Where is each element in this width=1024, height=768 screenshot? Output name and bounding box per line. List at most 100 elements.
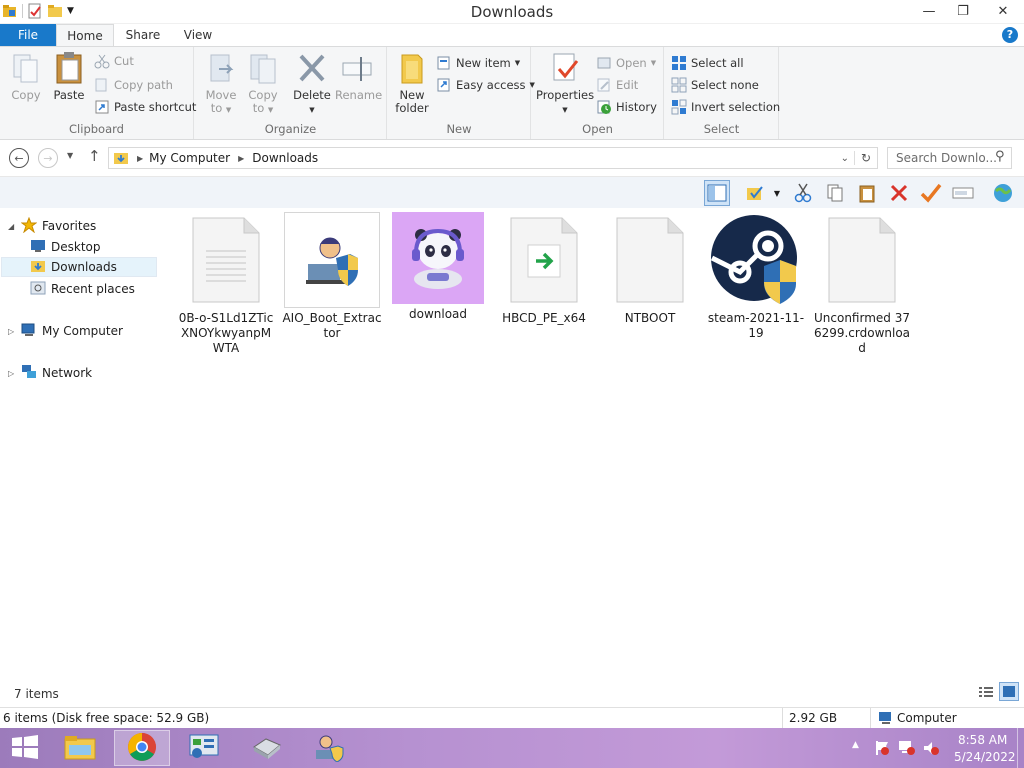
search-input[interactable]: Search Downlo... bbox=[887, 147, 1012, 169]
back-button[interactable]: ← bbox=[9, 148, 29, 168]
taskbar-aio-boot[interactable] bbox=[300, 730, 356, 766]
address-dropdown-icon[interactable]: ⌄ bbox=[841, 153, 849, 164]
file-item[interactable]: NTBOOT bbox=[600, 212, 700, 326]
new-folder-button[interactable]: New folder bbox=[394, 51, 430, 115]
file-item[interactable]: 0B-o-S1Ld1ZTicXNOYkwyanpMWTA bbox=[176, 212, 276, 356]
edit-icon bbox=[596, 77, 612, 93]
show-desktop-button[interactable] bbox=[1017, 728, 1024, 768]
tray-date[interactable]: 5/24/2022 bbox=[954, 750, 1016, 768]
expand-caret-icon[interactable]: ▷ bbox=[8, 327, 16, 336]
rename-icon[interactable] bbox=[950, 180, 976, 206]
forward-arrow-icon: → bbox=[43, 151, 53, 165]
volume-muted-icon[interactable] bbox=[922, 740, 940, 768]
tab-home[interactable]: Home bbox=[56, 24, 114, 47]
details-view-icon[interactable] bbox=[978, 685, 994, 702]
breadcrumb-my-computer[interactable]: My Computer bbox=[149, 151, 230, 165]
restore-button[interactable]: ❐ bbox=[946, 0, 980, 22]
history-button[interactable]: History bbox=[596, 97, 657, 117]
nav-favorites[interactable]: ◢ Favorites bbox=[8, 216, 96, 236]
taskbar-explorer[interactable] bbox=[52, 730, 108, 766]
new-item-button[interactable]: New item ▼ bbox=[436, 53, 520, 73]
file-item[interactable]: HBCD_PE_x64 bbox=[494, 212, 594, 326]
rename-button[interactable]: Rename bbox=[335, 51, 382, 102]
open-icon bbox=[596, 55, 612, 71]
recent-locations-dropdown[interactable]: ▼ bbox=[67, 151, 73, 160]
navigation-pane: ◢ Favorites Desktop Downloads Recent pla… bbox=[0, 210, 160, 680]
status-size: 2.92 GB bbox=[789, 711, 838, 725]
computer-icon bbox=[878, 711, 894, 728]
cut-scissors-icon[interactable] bbox=[790, 180, 816, 206]
select-all-button[interactable]: Select all bbox=[671, 53, 744, 73]
nav-downloads[interactable]: Downloads bbox=[1, 257, 157, 277]
file-item[interactable]: AIO_Boot_Extractor bbox=[282, 212, 382, 341]
close-button[interactable]: ✕ bbox=[982, 0, 1024, 22]
easy-access-icon bbox=[436, 77, 452, 93]
move-to-button[interactable]: Move to ▼ bbox=[203, 51, 239, 117]
toolbar-dropdown-icon[interactable]: ▼ bbox=[770, 180, 784, 206]
preview-pane-icon[interactable] bbox=[704, 180, 730, 206]
globe-icon[interactable] bbox=[990, 180, 1016, 206]
status-divider bbox=[782, 708, 783, 728]
paste-icon[interactable] bbox=[854, 180, 880, 206]
paste-shortcut-button[interactable]: Paste shortcut bbox=[94, 97, 196, 117]
properties-check-icon[interactable] bbox=[742, 180, 768, 206]
taskbar-chrome[interactable] bbox=[114, 730, 170, 766]
nav-recent-places[interactable]: Recent places bbox=[30, 279, 135, 299]
refresh-icon[interactable]: ↻ bbox=[853, 151, 871, 165]
copy-icon[interactable] bbox=[822, 180, 848, 206]
copy-path-button[interactable]: Copy path bbox=[94, 75, 173, 95]
file-name: NTBOOT bbox=[624, 311, 676, 325]
file-item[interactable]: Unconfirmed 376299.crdownload bbox=[812, 212, 912, 356]
open-button[interactable]: Open ▼ bbox=[596, 53, 656, 73]
breadcrumb-downloads[interactable]: Downloads bbox=[252, 151, 318, 165]
new-group: New folder New item ▼ Easy access ▼ New bbox=[388, 47, 535, 139]
favorites-star-icon bbox=[20, 216, 38, 236]
nav-my-computer[interactable]: ▷ My Computer bbox=[8, 321, 123, 341]
show-hidden-icons-icon[interactable]: ▲ bbox=[852, 740, 859, 768]
rename-icon bbox=[341, 51, 373, 85]
file-item[interactable]: download bbox=[388, 212, 488, 322]
cut-button[interactable]: Cut bbox=[94, 51, 134, 71]
tab-view[interactable]: View bbox=[176, 24, 220, 47]
copy-button[interactable]: Copy bbox=[6, 51, 46, 102]
taskbar: ▲ 8:58 AM 5/24/2022 bbox=[0, 728, 1024, 768]
forward-button[interactable]: → bbox=[38, 148, 58, 168]
file-item[interactable]: steam-2021-11-19 bbox=[706, 212, 806, 341]
expand-caret-icon[interactable]: ▷ bbox=[8, 369, 16, 378]
paste-button[interactable]: Paste bbox=[48, 51, 90, 102]
taskbar-drive-tool[interactable] bbox=[238, 730, 294, 766]
network-icon bbox=[21, 364, 37, 383]
edit-button[interactable]: Edit bbox=[596, 75, 638, 95]
start-button[interactable] bbox=[0, 730, 50, 766]
tab-share[interactable]: Share bbox=[118, 24, 168, 47]
delete-x-icon[interactable] bbox=[886, 180, 912, 206]
minimize-button[interactable]: — bbox=[912, 0, 946, 22]
network-status-icon[interactable] bbox=[898, 740, 916, 768]
select-none-icon bbox=[671, 77, 687, 93]
collapse-caret-icon[interactable]: ◢ bbox=[8, 222, 16, 231]
shortcut-document-icon bbox=[496, 212, 592, 308]
large-icons-view-icon[interactable] bbox=[999, 682, 1019, 701]
recent-places-icon bbox=[30, 280, 46, 299]
organize-group: Move to ▼ Copy to ▼ Delete ▼ Rename Organiz… bbox=[195, 47, 387, 139]
checkmark-icon[interactable] bbox=[918, 180, 944, 206]
invert-selection-icon bbox=[671, 99, 687, 115]
status-bar: 6 items (Disk free space: 52.9 GB) 2.92 … bbox=[0, 707, 1024, 728]
copy-to-button[interactable]: Copy to ▼ bbox=[245, 51, 281, 117]
help-icon[interactable]: ? bbox=[1002, 27, 1018, 43]
select-none-button[interactable]: Select none bbox=[671, 75, 759, 95]
delete-button[interactable]: Delete ▼ bbox=[291, 51, 333, 117]
nav-desktop[interactable]: Desktop bbox=[30, 237, 101, 257]
invert-selection-button[interactable]: Invert selection bbox=[671, 97, 780, 117]
delete-x-icon bbox=[296, 51, 328, 85]
tab-file[interactable]: File bbox=[0, 24, 56, 47]
search-icon: ⚲ bbox=[995, 149, 1005, 164]
nav-network[interactable]: ▷ Network bbox=[8, 363, 92, 383]
file-name: AIO_Boot_Extractor bbox=[282, 311, 382, 340]
up-arrow-icon[interactable]: ↑ bbox=[88, 147, 101, 165]
taskbar-control-panel[interactable] bbox=[176, 730, 232, 766]
easy-access-button[interactable]: Easy access ▼ bbox=[436, 75, 535, 95]
action-center-flag-icon[interactable] bbox=[874, 740, 890, 768]
address-bar[interactable]: ▶ My Computer ▶ Downloads ⌄ ↻ bbox=[108, 147, 878, 169]
properties-button[interactable]: Properties ▼ bbox=[536, 51, 594, 117]
